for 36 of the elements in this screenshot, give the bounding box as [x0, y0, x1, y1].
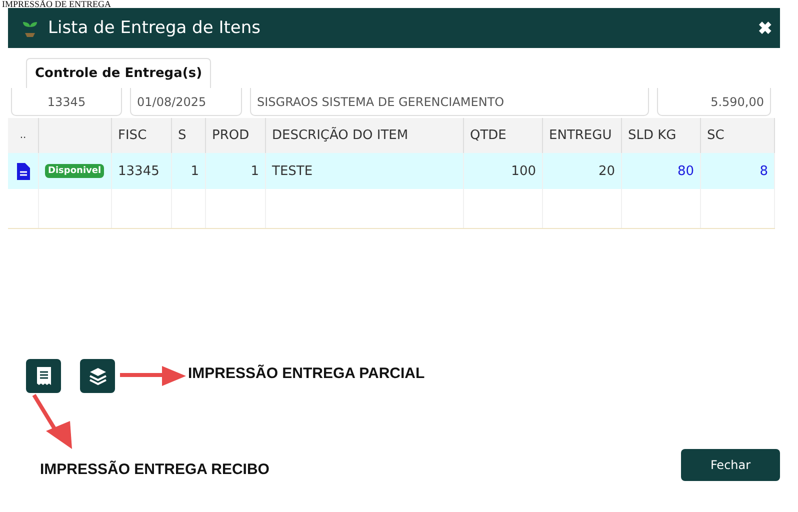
table-cell: 20 [543, 153, 622, 189]
input-field[interactable]: 13345 [11, 88, 122, 116]
close-dialog-button[interactable]: Fechar [681, 449, 780, 481]
table-cell: 1 [206, 153, 266, 189]
input-field[interactable]: 5.590,00 [657, 88, 771, 116]
status-badge: Disponivel [45, 164, 104, 178]
arrow [118, 365, 188, 387]
sprout-icon [22, 19, 38, 37]
column-header[interactable]: S [172, 118, 206, 153]
table-cell: 1 [172, 153, 206, 189]
layers-button[interactable] [80, 359, 115, 393]
receipt-icon [36, 366, 52, 386]
table-cell: 100 [464, 153, 543, 189]
document-icon[interactable] [16, 162, 30, 180]
tab[interactable]: Controle de Entrega(s) [26, 58, 212, 88]
annotation-label: IMPRESSÃO ENTREGA PARCIAL [188, 365, 425, 382]
layers-icon [88, 366, 108, 386]
table-cell: 80 [622, 153, 701, 189]
input-field[interactable]: 01/08/2025 [130, 88, 242, 116]
column-header[interactable]: DESCRIÇÃO DO ITEM [266, 118, 464, 153]
table-cell: TESTE [266, 153, 464, 189]
receipt-button[interactable] [26, 359, 61, 393]
input-field[interactable]: SISGRAOS SISTEMA DE GERENCIAMENTO [250, 88, 649, 116]
column-header[interactable]: SC [701, 118, 775, 153]
column-header[interactable]: ENTREGU [543, 118, 622, 153]
column-header[interactable]: .. [8, 118, 39, 153]
column-header[interactable]: FISC [112, 118, 172, 153]
column-header[interactable]: QTDE [464, 118, 543, 153]
column-header[interactable]: PROD [206, 118, 266, 153]
table-cell: 8 [701, 153, 775, 189]
annotation-label: IMPRESSÃO ENTREGA RECIBO [40, 461, 270, 478]
close-button[interactable]: ✖ [758, 18, 772, 38]
table-cell: 13345 [112, 153, 172, 189]
arrow [32, 393, 74, 451]
column-header[interactable]: SLD KG [622, 118, 701, 153]
window-title: Lista de Entrega de Itens [48, 18, 262, 38]
